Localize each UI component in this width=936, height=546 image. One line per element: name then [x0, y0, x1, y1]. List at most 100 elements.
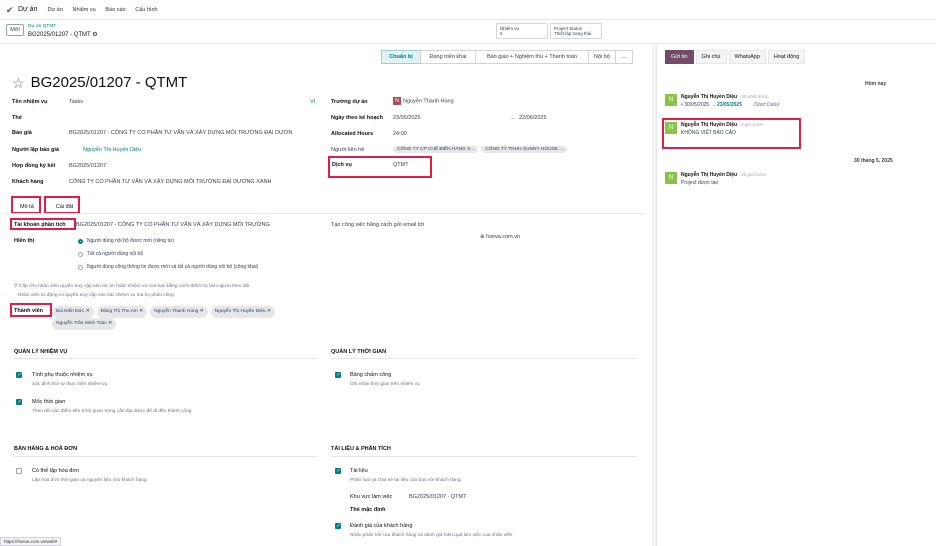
message-author[interactable]: Nguyễn Thị Huyền Diệu - 30 phút trước	[681, 94, 779, 100]
date-start[interactable]: 23/05/2025	[393, 115, 421, 121]
analytic-value[interactable]: BG2025/01207 - CÔNG TY CỔ PHẦN TƯ VẤN VÀ…	[76, 222, 270, 228]
menu-item-config[interactable]: Cấu hình	[135, 7, 157, 13]
email-alias-domain: hseva.com.vn	[486, 234, 521, 240]
member-tag[interactable]: Nguyễn Thị Huyền Diệu ✕	[210, 306, 275, 318]
task-title[interactable]: BG2025/01207 - QTMT	[31, 74, 188, 91]
checkbox-customer-rating[interactable]	[335, 523, 341, 529]
contact-tag[interactable]: CÔNG TY TNHH SUNNY HOUSE ...	[481, 146, 568, 153]
radio-unselected[interactable]	[78, 251, 83, 257]
member-tag[interactable]: Bùi Kiến Đức ✕	[52, 306, 94, 318]
task-name-label: Tên nhiệm vụ	[12, 99, 48, 105]
section-task-mgmt: QUẢN LÝ NHIỆM VỤ	[14, 349, 68, 355]
highlight-box	[662, 118, 801, 149]
radio-unselected[interactable]	[78, 264, 83, 270]
lang-tag[interactable]: VI	[310, 99, 315, 105]
contact-label: Người liên hệ	[331, 147, 365, 153]
manager-name: Nguyễn Thanh Hùng	[403, 98, 454, 105]
stage-handover[interactable]: Bàn giao + Nghiệm thu + Thanh toán	[475, 50, 589, 64]
menu-item-tasks[interactable]: Nhiệm vụ	[72, 7, 95, 13]
member-tag[interactable]: Nguyễn Thanh Hùng ✕	[150, 306, 208, 318]
menu-item-reports[interactable]: Báo cáo	[105, 7, 125, 13]
highlight-box	[10, 303, 52, 317]
highlight-box	[10, 218, 76, 230]
members-tags[interactable]: Bùi Kiến Đức ✕ Đặng Thị Thu Am ✕ Nguyễn Th…	[52, 306, 322, 330]
visibility-note-2: Nhân viên tự động có quyền truy cập vào …	[18, 293, 176, 298]
avatar[interactable]: N	[665, 172, 677, 184]
visibility-option-internal[interactable]: Tất cả người dùng nội bộ	[78, 251, 143, 257]
message-author-name: Nguyễn Thị Huyền Diệu	[681, 94, 738, 100]
visibility-option-private[interactable]: Người dùng nội bộ được mời (riêng tư)	[78, 238, 174, 244]
breadcrumb-current: BG2025/01207 - QTMT ⚙	[28, 31, 98, 38]
whatsapp-button[interactable]: WhatsApp	[728, 50, 766, 64]
new-button[interactable]: Mới	[6, 24, 24, 36]
avatar: N	[393, 97, 401, 105]
breadcrumb-parent[interactable]: Dự án QTMT	[28, 24, 56, 29]
contract-label: Hợp đồng ký kết	[12, 163, 56, 169]
quotation-value[interactable]: BG2025/01207 - CÔNG TY CỔ PHẦN TƯ VẤN VÀ…	[69, 130, 292, 136]
section-divider	[14, 358, 318, 359]
visibility-option-public[interactable]: Người dùng cổng thông tin được mời và tấ…	[78, 264, 258, 270]
member-tag[interactable]: Nguyễn Trần Minh Toàn ✕	[52, 318, 117, 330]
stage-prepare[interactable]: Chuẩn bị	[381, 50, 421, 64]
visibility-label: Hiển thị	[14, 238, 35, 244]
option-task-dependencies-desc: Xác định thứ tự thực hiện nhiệm vụ	[32, 382, 108, 387]
star-icon[interactable]: ☆	[12, 76, 25, 90]
activities-button[interactable]: Hoạt động	[767, 50, 806, 64]
stage-in-progress[interactable]: Đang triển khai	[420, 50, 476, 64]
option-milestones-desc: Theo dõi các điểm tiến trình quan trọng …	[32, 409, 192, 414]
checkbox-billable[interactable]	[16, 468, 22, 474]
tab-divider	[4, 213, 644, 214]
quote-creator-label: Người lập báo giá	[12, 147, 60, 153]
app-logo-icon[interactable]: ✔	[6, 5, 14, 14]
chatter-message: N Nguyễn Thị Huyền Diệu - 30 phút trước …	[665, 94, 779, 108]
quote-creator-value[interactable]: Nguyễn Thị Huyền Diệu	[83, 147, 141, 153]
task-name-value[interactable]: Tasks	[69, 99, 83, 105]
contract-value[interactable]: BG2025/01207	[69, 163, 106, 169]
gear-icon[interactable]: ⚙	[92, 32, 97, 38]
option-billable: Có thể lập hóa đơn	[32, 468, 80, 474]
option-customer-rating-desc: Nhận phản hồi của khách hàng và đánh giá…	[350, 533, 513, 538]
section-divider	[331, 358, 637, 359]
menu-item-projects[interactable]: Dự án	[47, 7, 62, 13]
stat-button-project-status[interactable]: Project Status Thiết lập trạng thái	[550, 23, 602, 39]
member-tag[interactable]: Đặng Thị Thu Am ✕	[96, 306, 148, 318]
section-divider	[331, 456, 637, 457]
checkbox-milestones[interactable]	[16, 399, 22, 405]
highlight-box	[11, 196, 41, 214]
stat-button-tasks[interactable]: Nhiệm vụ 6	[496, 23, 548, 39]
customer-label: Khách hàng	[12, 179, 44, 185]
contact-tag[interactable]: CÔNG TY CP CHẾ BIẾN HÀNG X...	[393, 146, 479, 153]
option-timesheet-desc: Ghi nhận thời gian trên nhiệm vụ	[350, 382, 420, 387]
task-form-sheet: ☆ BG2025/01207 - QTMT Tên nhiệm vụ Tasks…	[4, 68, 644, 546]
stage-more[interactable]: ...	[615, 50, 633, 64]
member-name: Nguyễn Thanh Hùng	[154, 309, 199, 314]
checkbox-task-dependencies[interactable]	[16, 372, 22, 378]
message-author-name: Nguyễn Thị Huyền Diệu	[681, 172, 738, 178]
workspace-value[interactable]: BG2025/01207 - QTMT	[409, 494, 466, 500]
radio-selected[interactable]	[78, 238, 83, 244]
log-note-button[interactable]: Ghi chú	[695, 50, 727, 64]
checkbox-documents[interactable]	[335, 468, 341, 474]
date-end[interactable]: 22/06/2025	[519, 115, 547, 121]
option-documents: Tài liệu	[350, 468, 368, 474]
message-author[interactable]: Nguyễn Thị Huyền Diệu - 20 giờ trước	[681, 172, 766, 178]
top-navbar: ✔ Dự án Dự án Nhiệm vụ Báo cáo Cấu hình	[0, 0, 936, 20]
visibility-internal-label: Tất cả người dùng nội bộ	[87, 251, 144, 257]
manager-value[interactable]: N Nguyễn Thanh Hùng	[393, 97, 454, 105]
date-separator-today: Hôm nay	[865, 81, 887, 87]
chatter-buttons: Gửi tin Ghi chú WhatsApp Hoạt động	[665, 50, 807, 64]
avatar[interactable]: N	[665, 94, 677, 106]
stat-status-value: Thiết lập trạng thái	[554, 31, 592, 36]
hours-value[interactable]: 24:00	[393, 131, 407, 137]
app-title[interactable]: Dự án	[18, 6, 37, 13]
contacts-tags[interactable]: CÔNG TY CP CHẾ BIẾN HÀNG X... CÔNG TY TNH…	[393, 146, 570, 153]
stage-internal[interactable]: Nội bộ	[588, 50, 616, 64]
option-timesheet: Bảng chấm công	[350, 372, 392, 378]
email-alias-value[interactable]: ⊕ hseva.com.vn	[480, 234, 520, 240]
status-url: https://hseva.com.vn/web#	[0, 537, 62, 546]
customer-value[interactable]: CÔNG TY CỔ PHẦN TƯ VẤN VÀ XÂY DỰNG MÔI T…	[69, 179, 272, 185]
send-message-button[interactable]: Gửi tin	[665, 50, 694, 64]
checkbox-timesheet[interactable]	[335, 372, 341, 378]
visibility-note: ⚲ Cấp cho nhân viên quyền truy cập vào d…	[14, 284, 251, 289]
hours-label: Allocated Hours	[331, 131, 374, 137]
